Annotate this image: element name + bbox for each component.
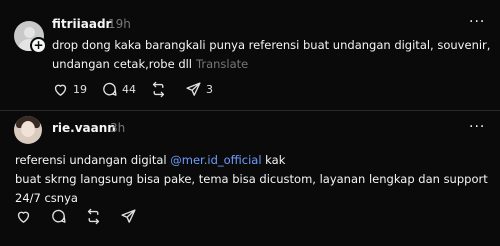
heart-icon xyxy=(54,84,67,96)
avatar-face xyxy=(21,121,35,137)
post-text-line: 24/7 csnya xyxy=(15,191,78,205)
text-segment: referensi undangan digital xyxy=(15,153,171,167)
like-button[interactable]: 19 xyxy=(52,81,87,98)
text-segment: kak xyxy=(261,153,286,167)
more-options-icon[interactable]: ··· xyxy=(469,14,485,30)
post-fitriiaadr: + fitriiaadr 19h ··· drop dong kaka bara… xyxy=(0,0,500,110)
send-icon xyxy=(186,82,201,96)
timestamp: 3h xyxy=(110,121,126,135)
reply-button[interactable] xyxy=(50,208,71,225)
repost-icon xyxy=(87,208,100,225)
username[interactable]: fitriiaadr xyxy=(52,17,111,31)
post-text-line: drop dong kaka barangkali punya referens… xyxy=(52,38,491,52)
avatar[interactable] xyxy=(14,116,42,144)
timestamp: 19h xyxy=(108,17,131,31)
post-text-line: referensi undangan digital @mer.id_offic… xyxy=(15,151,488,170)
like-button[interactable] xyxy=(15,208,36,225)
reply-button[interactable]: 44 xyxy=(101,81,136,98)
username[interactable]: rie.vaann xyxy=(52,121,116,135)
translate-link[interactable]: Translate xyxy=(196,57,248,71)
comment-icon xyxy=(52,209,66,223)
more-options-icon[interactable]: ··· xyxy=(469,119,485,135)
reply-count: 44 xyxy=(122,83,136,96)
action-bar: 19 44 3 xyxy=(52,81,227,98)
like-count: 19 xyxy=(73,83,87,96)
share-button[interactable]: 3 xyxy=(185,81,213,98)
post-text: referensi undangan digital @mer.id_offic… xyxy=(15,151,488,208)
post-text: drop dong kaka barangkali punya referens… xyxy=(52,36,490,74)
repost-button[interactable] xyxy=(85,208,106,225)
avatar-head xyxy=(24,27,35,38)
share-count: 3 xyxy=(206,83,213,96)
post-text-line: undangan cetak,robe dll Translate xyxy=(52,55,490,74)
post-text-line: buat skrng langsung bisa pake, tema bisa… xyxy=(15,172,488,186)
mention-link[interactable]: @mer.id_official xyxy=(170,153,261,167)
post-text-line-end: undangan cetak,robe dll xyxy=(52,57,193,71)
comment-icon xyxy=(103,82,117,96)
repost-icon xyxy=(152,81,165,98)
plus-icon[interactable]: + xyxy=(30,37,47,54)
share-button[interactable] xyxy=(120,208,141,225)
post-rie-vaann: rie.vaann 3h ··· referensi undangan digi… xyxy=(0,111,500,246)
heart-icon xyxy=(17,211,30,223)
action-bar xyxy=(15,208,155,225)
send-icon xyxy=(121,209,136,223)
repost-button[interactable] xyxy=(150,81,171,98)
